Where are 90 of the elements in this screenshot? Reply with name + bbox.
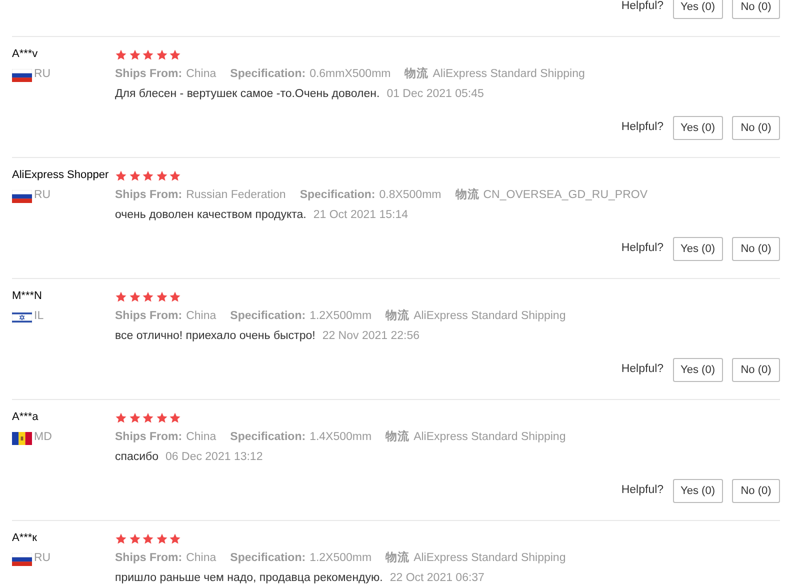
meta-label: 物流 [386, 429, 410, 446]
review-text: спасибо [115, 450, 159, 466]
review-text: все отлично! приехало очень быстро! [115, 329, 316, 344]
meta-label: Specification: [230, 67, 306, 82]
star-icon [169, 291, 181, 303]
star-icon [142, 170, 154, 182]
meta-label: Ships From: [115, 430, 182, 446]
review-text: Для блесен - вертушек самое -то.Очень доволен. [115, 87, 380, 102]
meta-value: China [186, 309, 216, 324]
yes-button[interactable]: Yes (0) [672, 116, 723, 140]
meta-label: 物流 [386, 550, 410, 566]
helpful-label: Helpful? [621, 120, 664, 136]
review-date: 01 Dec 2021 05:45 [386, 87, 484, 102]
country-code: RU [34, 67, 51, 82]
meta-label: Specification: [230, 551, 306, 566]
star-icon [169, 533, 181, 545]
review-date: 22 Nov 2021 22:56 [322, 329, 420, 344]
reviewer-name: A***a [12, 411, 38, 424]
meta-value: CN_OVERSEA_GD_RU_PROV [483, 188, 648, 204]
star-icon [128, 170, 140, 182]
no-button[interactable]: No (0) [732, 116, 780, 140]
reviewer-name: A***к [12, 532, 37, 544]
meta-label: Ships From: [115, 67, 182, 82]
meta-label: Specification: [230, 309, 306, 324]
star-icon [156, 291, 168, 303]
yes-button[interactable]: Yes (0) [672, 479, 723, 503]
review-text: пришло раньше чем надо, продавца рекомендую. [115, 571, 383, 585]
review-date: 06 Dec 2021 13:12 [166, 450, 263, 466]
review-date: 21 Oct 2021 15:14 [313, 208, 408, 224]
no-button[interactable]: No (0) [732, 0, 780, 19]
meta-value: AliExpress Standard Shipping [414, 309, 566, 324]
yes-button[interactable]: Yes (0) [672, 237, 723, 261]
star-icon [115, 412, 127, 424]
no-button[interactable]: No (0) [732, 479, 780, 503]
review-date: 22 Oct 2021 06:37 [390, 571, 484, 585]
star-icon [142, 533, 154, 545]
meta-value: China [186, 67, 216, 82]
meta-label: Specification: [230, 430, 306, 446]
meta-value: AliExpress Standard Shipping [414, 430, 566, 446]
meta-value: China [186, 551, 216, 566]
star-icon [156, 49, 168, 61]
reviewer-name: AliExpress Shopper [12, 169, 109, 182]
country-code: IL [34, 309, 44, 324]
star-icon [128, 533, 140, 545]
star-icon [115, 49, 127, 61]
star-icon [128, 49, 140, 61]
meta-label: 物流 [404, 66, 429, 82]
meta-value: 1.2X500mm [310, 551, 372, 566]
star-icon [156, 533, 168, 545]
meta-value: 1.2X500mm [310, 309, 372, 324]
helpful-label: Helpful? [621, 362, 664, 378]
meta-label: Ships From: [115, 309, 182, 324]
meta-value: 0.6mmX500mm [310, 67, 391, 82]
no-button[interactable]: No (0) [732, 237, 780, 261]
star-icon [142, 291, 154, 303]
star-icon [128, 291, 140, 303]
star-icon [156, 412, 168, 424]
star-icon [169, 49, 181, 61]
reviewer-name: M***N [12, 290, 42, 302]
star-icon [142, 49, 154, 61]
star-icon [115, 533, 127, 545]
meta-label: 物流 [386, 308, 410, 324]
meta-value: AliExpress Standard Shipping [414, 551, 566, 566]
helpful-label: Helpful? [621, 0, 664, 14]
reviewer-name: A***v [12, 48, 38, 60]
meta-value: Russian Federation [186, 188, 286, 204]
meta-value: 0.8X500mm [379, 188, 442, 204]
country-code: RU [34, 188, 51, 204]
meta-value: China [186, 430, 216, 446]
star-icon [156, 170, 168, 182]
meta-label: 物流 [455, 187, 480, 204]
country-code: MD [34, 430, 52, 446]
country-code: RU [34, 551, 51, 566]
meta-label: Ships From: [115, 188, 182, 204]
no-button[interactable]: No (0) [732, 358, 780, 382]
star-icon [169, 412, 181, 424]
meta-value: 1.4X500mm [310, 430, 372, 446]
yes-button[interactable]: Yes (0) [672, 358, 723, 382]
star-icon [128, 412, 140, 424]
star-icon [115, 170, 127, 182]
meta-label: Specification: [300, 188, 376, 204]
helpful-label: Helpful? [621, 483, 664, 498]
helpful-label: Helpful? [621, 241, 664, 256]
meta-label: Ships From: [115, 551, 182, 566]
star-icon [169, 170, 181, 182]
star-icon [115, 291, 127, 303]
meta-value: AliExpress Standard Shipping [432, 67, 585, 82]
yes-button[interactable]: Yes (0) [672, 0, 723, 19]
star-icon [142, 412, 154, 424]
review-text: очень доволен качеством продукта. [115, 208, 306, 224]
